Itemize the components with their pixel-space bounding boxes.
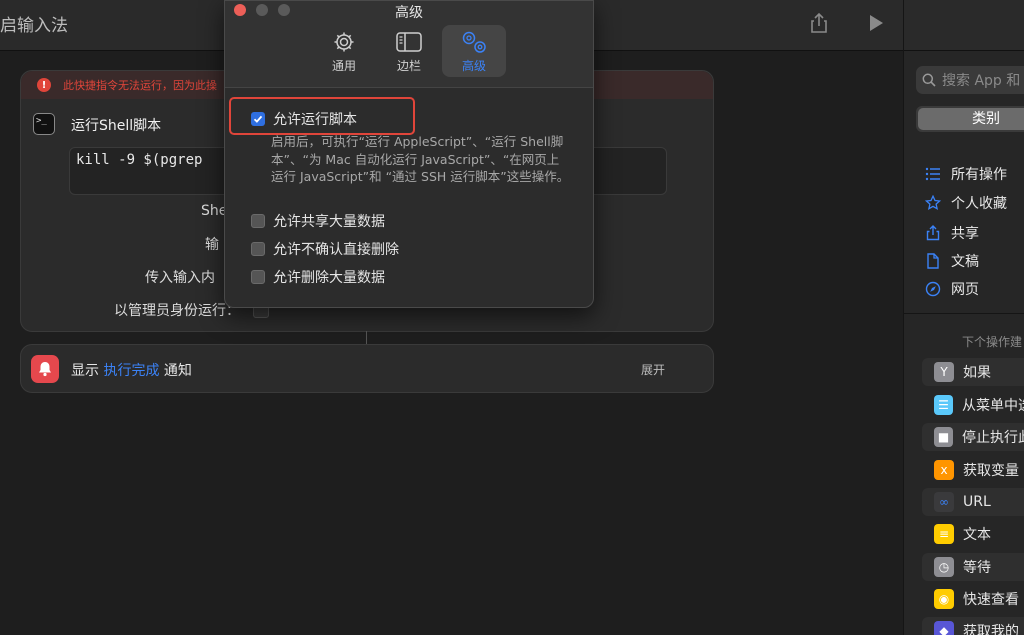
- segment-categories[interactable]: 类别: [918, 108, 1024, 130]
- suggestion-wait[interactable]: ◷ 等待: [922, 553, 1024, 581]
- suggestion-label: 快速查看: [963, 592, 1019, 608]
- panel-divider: [904, 313, 1024, 314]
- share-icon: [924, 224, 942, 242]
- star-icon: [924, 194, 942, 212]
- notification-action-card[interactable]: 显示 执行完成 通知 展开: [20, 344, 714, 393]
- tab-general[interactable]: 通用: [312, 25, 376, 77]
- play-icon[interactable]: [861, 8, 891, 38]
- gears-icon: [459, 30, 489, 54]
- input-label: 输: [205, 237, 219, 253]
- category-label: 共享: [951, 226, 979, 242]
- menu-icon: ☰: [934, 395, 953, 415]
- category-label: 网页: [951, 282, 979, 298]
- shortcut-icon: ◆: [934, 621, 954, 635]
- notification-prefix: 显示: [71, 363, 99, 379]
- tab-advanced[interactable]: 高级: [442, 25, 506, 77]
- text-icon: ≡: [934, 524, 954, 544]
- advanced-settings-popover: 高级 通用 边栏 高级 允许运行脚本 启用后，可执行“运行 AppleScrip…: [224, 0, 594, 308]
- search-field[interactable]: 搜索 App 和: [916, 66, 1024, 94]
- option-label: 允许运行脚本: [273, 112, 357, 128]
- error-message: 此快捷指令无法运行，因为此操: [63, 79, 217, 92]
- suggestion-label: 停止执行此: [962, 430, 1024, 446]
- panel-toolbar: [904, 0, 1024, 51]
- clock-icon: ◷: [934, 557, 954, 577]
- segmented-control[interactable]: 类别: [916, 106, 1024, 132]
- suggestion-stop[interactable]: ■ 停止执行此: [922, 423, 1024, 451]
- category-sharing[interactable]: 共享: [924, 222, 979, 244]
- expand-button[interactable]: 展开: [641, 361, 665, 378]
- suggestion-if[interactable]: Y 如果: [922, 358, 1024, 386]
- option-label: 允许不确认直接删除: [273, 242, 399, 258]
- script-code: kill -9 $(pgrep: [76, 152, 203, 168]
- suggestions-header: 下个操作建: [962, 335, 1023, 349]
- action-connector: [366, 331, 367, 344]
- action-title: 运行Shell脚本: [71, 118, 162, 134]
- category-label: 文稿: [951, 254, 979, 270]
- suggestion-label: 获取变量: [963, 463, 1019, 479]
- stop-icon: ■: [934, 427, 953, 447]
- run-as-admin-label: 以管理员身份运行：: [114, 303, 240, 319]
- option-allow-sharing-large-data[interactable]: 允许共享大量数据: [251, 211, 385, 231]
- list-icon: [924, 165, 942, 183]
- compass-icon: [924, 280, 942, 298]
- option-allow-deleting-large-data[interactable]: 允许删除大量数据: [251, 267, 385, 287]
- suggestion-label: 从菜单中选: [962, 398, 1024, 414]
- category-all-actions[interactable]: 所有操作: [924, 163, 1007, 185]
- suggestion-url[interactable]: ∞ URL: [922, 488, 1024, 516]
- terminal-icon: >_: [33, 113, 55, 135]
- action-library-panel: 搜索 App 和 类别 所有操作 个人收藏 共享 文稿 网页 下个操作建 Y 如…: [903, 0, 1024, 635]
- suggestion-get-variable[interactable]: x 获取变量: [922, 456, 1024, 484]
- document-icon: [924, 252, 942, 270]
- popover-header: 高级 通用 边栏 高级: [225, 1, 593, 88]
- suggestion-quick-look[interactable]: ◉ 快速查看: [922, 585, 1024, 613]
- checkbox[interactable]: [251, 242, 265, 256]
- suggestion-text[interactable]: ≡ 文本: [922, 520, 1024, 548]
- category-web[interactable]: 网页: [924, 278, 979, 300]
- gear-icon: [332, 30, 356, 54]
- option-label: 允许共享大量数据: [273, 214, 385, 230]
- link-icon: ∞: [934, 492, 954, 512]
- pass-input-label: 传入输入内: [145, 270, 215, 286]
- option-description: 启用后，可执行“运行 AppleScript”、“运行 Shell脚本”、“为 …: [271, 134, 570, 184]
- error-icon: !: [37, 78, 51, 92]
- search-placeholder: 搜索 App 和: [942, 73, 1021, 89]
- suggestion-get-my-shortcuts[interactable]: ◆ 获取我的: [922, 617, 1024, 635]
- checkbox[interactable]: [251, 270, 265, 284]
- suggestion-label: 文本: [963, 527, 991, 543]
- category-label: 所有操作: [951, 167, 1007, 183]
- category-label: 个人收藏: [951, 196, 1007, 212]
- popover-title: 高级: [395, 5, 423, 21]
- notification-text: 显示 执行完成 通知: [71, 360, 192, 380]
- tab-advanced-label: 高级: [461, 59, 486, 73]
- branch-icon: Y: [934, 362, 954, 382]
- category-favorites[interactable]: 个人收藏: [924, 192, 1007, 214]
- variable-icon: x: [934, 460, 954, 480]
- suggestion-label: 等待: [963, 560, 991, 576]
- suggestion-choose-from-menu[interactable]: ☰ 从菜单中选: [922, 391, 1024, 419]
- suggestion-label: URL: [963, 494, 991, 510]
- checkbox-checked[interactable]: [251, 112, 265, 126]
- search-icon: [922, 73, 936, 87]
- share-icon[interactable]: [804, 8, 834, 38]
- category-documents[interactable]: 文稿: [924, 250, 979, 272]
- tab-sidebar-label: 边栏: [396, 59, 421, 73]
- checkbox[interactable]: [251, 214, 265, 228]
- eye-icon: ◉: [934, 589, 954, 609]
- tab-general-label: 通用: [331, 59, 356, 73]
- notification-variable[interactable]: 执行完成: [103, 363, 159, 379]
- tab-sidebar[interactable]: 边栏: [377, 25, 441, 77]
- option-label: 允许删除大量数据: [273, 270, 385, 286]
- bell-icon: [31, 355, 59, 383]
- option-allow-scripts[interactable]: 允许运行脚本: [251, 109, 357, 129]
- notification-suffix: 通知: [163, 363, 192, 379]
- sidebar-icon: [396, 30, 422, 54]
- window-title: 启输入法: [0, 16, 68, 36]
- suggestion-label: 获取我的: [963, 624, 1019, 635]
- option-allow-delete-without-confirm[interactable]: 允许不确认直接删除: [251, 239, 399, 259]
- suggestion-label: 如果: [963, 365, 991, 381]
